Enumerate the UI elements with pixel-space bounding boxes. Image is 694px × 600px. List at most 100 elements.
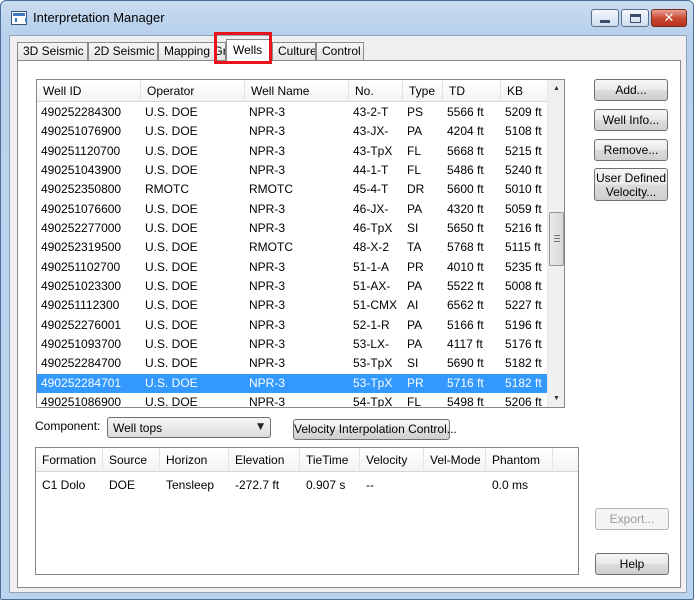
wells-tab-panel: Well ID Operator Well Name No. Type TD K… <box>17 60 681 588</box>
title-bar[interactable]: Interpretation Manager ✕ <box>1 1 693 35</box>
well-name-cell: NPR-3 <box>249 143 286 158</box>
well-name-cell: NPR-3 <box>249 163 286 178</box>
well-id-cell: 490251120700 <box>41 143 121 158</box>
operator-cell: U.S. DOE <box>145 259 198 274</box>
tab-control[interactable]: Control <box>316 42 364 61</box>
remove-button[interactable]: Remove... <box>594 139 668 161</box>
no-cell: 43-2-T <box>353 105 389 119</box>
maximize-button[interactable] <box>621 9 649 27</box>
add-button[interactable]: Add... <box>594 79 668 101</box>
operator-cell: U.S. DOE <box>145 240 198 255</box>
well-name-cell: NPR-3 <box>249 124 286 139</box>
minimize-icon <box>600 19 610 23</box>
well-info-button[interactable]: Well Info... <box>594 109 668 131</box>
table-row[interactable]: 490251120700 U.S. DOE NPR-3 43-TpX FL 5668 ft… <box>37 142 549 161</box>
table-row[interactable]: 490252276001 U.S. DOE NPR-3 52-1-R PA 5166 ft… <box>37 316 549 335</box>
column-header-td[interactable]: TD <box>443 80 501 102</box>
user-defined-velocity-button[interactable]: User Defined Velocity... <box>594 168 668 201</box>
well-id-cell: 490251112300 <box>41 298 120 313</box>
help-button[interactable]: Help <box>595 553 669 575</box>
table-row[interactable]: C1 Dolo DOE Tensleep -272.7 ft 0.907 s -… <box>36 475 578 495</box>
type-cell: PR <box>407 375 424 390</box>
well-id-cell: 490252284300 <box>41 105 122 119</box>
well-name-cell: NPR-3 <box>249 337 286 352</box>
table-row[interactable]: 490252284300 U.S. DOE NPR-3 43-2-T PS 5566 ft… <box>37 103 549 122</box>
column-header-elevation[interactable]: Elevation <box>229 448 300 472</box>
table-row[interactable]: 490251112300 U.S. DOE NPR-3 51-CMX AI 6562 ft… <box>37 296 549 315</box>
well-name-cell: NPR-3 <box>249 375 286 390</box>
column-header-well-name[interactable]: Well Name <box>245 80 349 102</box>
column-header-horizon[interactable]: Horizon <box>160 448 229 472</box>
column-header-formation[interactable]: Formation <box>36 448 103 472</box>
table-row[interactable]: 490252284701 U.S. DOE NPR-3 53-TpX PR 5716 ft… <box>37 373 549 394</box>
td-cell: 5600 ft <box>447 182 484 197</box>
td-cell: 5650 ft <box>447 221 484 236</box>
kb-cell: 5216 ft <box>505 221 542 236</box>
column-header-no[interactable]: No. <box>349 80 403 102</box>
td-cell: 4320 ft <box>447 201 484 216</box>
table-row[interactable]: 490251076600 U.S. DOE NPR-3 46-JX- PA 4320 ft… <box>37 200 549 219</box>
export-button[interactable]: Export... <box>595 508 669 530</box>
td-cell: 5768 ft <box>447 240 484 255</box>
horizon-cell: Tensleep <box>166 478 215 492</box>
vel-mode-cell <box>424 475 486 495</box>
wells-list-scrollbar[interactable]: ▲ ▼ <box>547 80 564 407</box>
td-cell: 5166 ft <box>447 317 484 332</box>
td-cell: 5498 ft <box>447 395 484 408</box>
table-row[interactable]: 490252277000 U.S. DOE NPR-3 46-TpX SI 5650 ft… <box>37 219 549 238</box>
type-cell: PA <box>407 279 423 294</box>
table-row[interactable]: 490251023300 U.S. DOE NPR-3 51-AX- PA 5522 ft… <box>37 277 549 296</box>
table-row[interactable]: 490252319500 U.S. DOE RMOTC 48-X-2 TA 5768 ft… <box>37 238 549 257</box>
kb-cell: 5196 ft <box>505 317 542 332</box>
well-name-cell: NPR-3 <box>249 105 286 119</box>
column-header-source[interactable]: Source <box>103 448 160 472</box>
client-area: 3D Seismic 2D Seismic Mapping Gri Wells … <box>9 35 687 593</box>
type-cell: PA <box>407 201 423 216</box>
close-button[interactable]: ✕ <box>651 9 687 27</box>
wells-list-header: Well ID Operator Well Name No. Type TD K… <box>37 80 549 102</box>
column-header-well-id[interactable]: Well ID <box>37 80 141 102</box>
velocity-interpolation-control-button[interactable]: Velocity Interpolation Control... <box>293 419 457 440</box>
component-dropdown[interactable]: Well tops ▼ <box>107 417 271 438</box>
td-cell: 5668 ft <box>447 143 484 158</box>
table-row[interactable]: 490251043900 U.S. DOE NPR-3 44-1-T FL 5486 ft… <box>37 161 549 180</box>
column-header-type[interactable]: Type <box>403 80 443 102</box>
type-cell: AI <box>407 298 419 313</box>
tab-2d-seismic[interactable]: 2D Seismic <box>88 42 158 61</box>
operator-cell: U.S. DOE <box>145 337 198 352</box>
well-tops-table[interactable]: Formation Source Horizon Elevation TieTi… <box>35 447 579 575</box>
column-header-tietime[interactable]: TieTime <box>300 448 360 472</box>
scroll-down-arrow-icon[interactable]: ▼ <box>548 390 564 407</box>
tab-wells[interactable]: Wells <box>226 39 272 62</box>
tab-mapping-grids[interactable]: Mapping Gri <box>158 42 226 61</box>
column-header-operator[interactable]: Operator <box>141 80 245 102</box>
operator-cell: U.S. DOE <box>145 163 198 178</box>
td-cell: 5690 ft <box>447 356 484 371</box>
window-title: Interpretation Manager <box>33 10 165 25</box>
kb-cell: 5182 ft <box>505 375 542 390</box>
table-row[interactable]: 490251093700 U.S. DOE NPR-3 53-LX- PA 4117 ft… <box>37 335 549 354</box>
td-cell: 5716 ft <box>447 375 484 390</box>
scroll-up-arrow-icon[interactable]: ▲ <box>548 80 564 97</box>
tab-3d-seismic[interactable]: 3D Seismic <box>17 42 88 61</box>
minimize-button[interactable] <box>591 9 619 27</box>
table-row[interactable]: 490252350800 RMOTC RMOTC 45-4-T DR 5600 ft 501… <box>37 180 549 199</box>
wells-list[interactable]: Well ID Operator Well Name No. Type TD K… <box>36 79 565 408</box>
column-header-phantom[interactable]: Phantom <box>486 448 553 472</box>
column-header-kb[interactable]: KB <box>501 80 549 102</box>
kb-cell: 5010 ft <box>505 182 542 197</box>
no-cell: 52-1-R <box>353 317 390 332</box>
table-row[interactable]: 490251102700 U.S. DOE NPR-3 51-1-A PR 4010 ft… <box>37 258 549 277</box>
table-row[interactable]: 490251086900 U.S. DOE NPR-3 54-TpX FL 5498 ft… <box>37 393 549 408</box>
tab-culture[interactable]: Culture <box>272 42 316 61</box>
operator-cell: U.S. DOE <box>145 201 198 216</box>
table-row[interactable]: 490252284700 U.S. DOE NPR-3 53-TpX SI 5690 ft… <box>37 354 549 373</box>
kb-cell: 5108 ft <box>505 124 542 139</box>
column-header-vel-mode[interactable]: Vel-Mode <box>424 448 486 472</box>
no-cell: 53-TpX <box>353 375 393 390</box>
well-name-cell: NPR-3 <box>249 201 286 216</box>
scrollbar-thumb[interactable] <box>549 212 564 266</box>
well-name-cell: RMOTC <box>249 240 293 255</box>
column-header-velocity[interactable]: Velocity <box>360 448 424 472</box>
table-row[interactable]: 490251076900 U.S. DOE NPR-3 43-JX- PA 4204 ft… <box>37 122 549 141</box>
